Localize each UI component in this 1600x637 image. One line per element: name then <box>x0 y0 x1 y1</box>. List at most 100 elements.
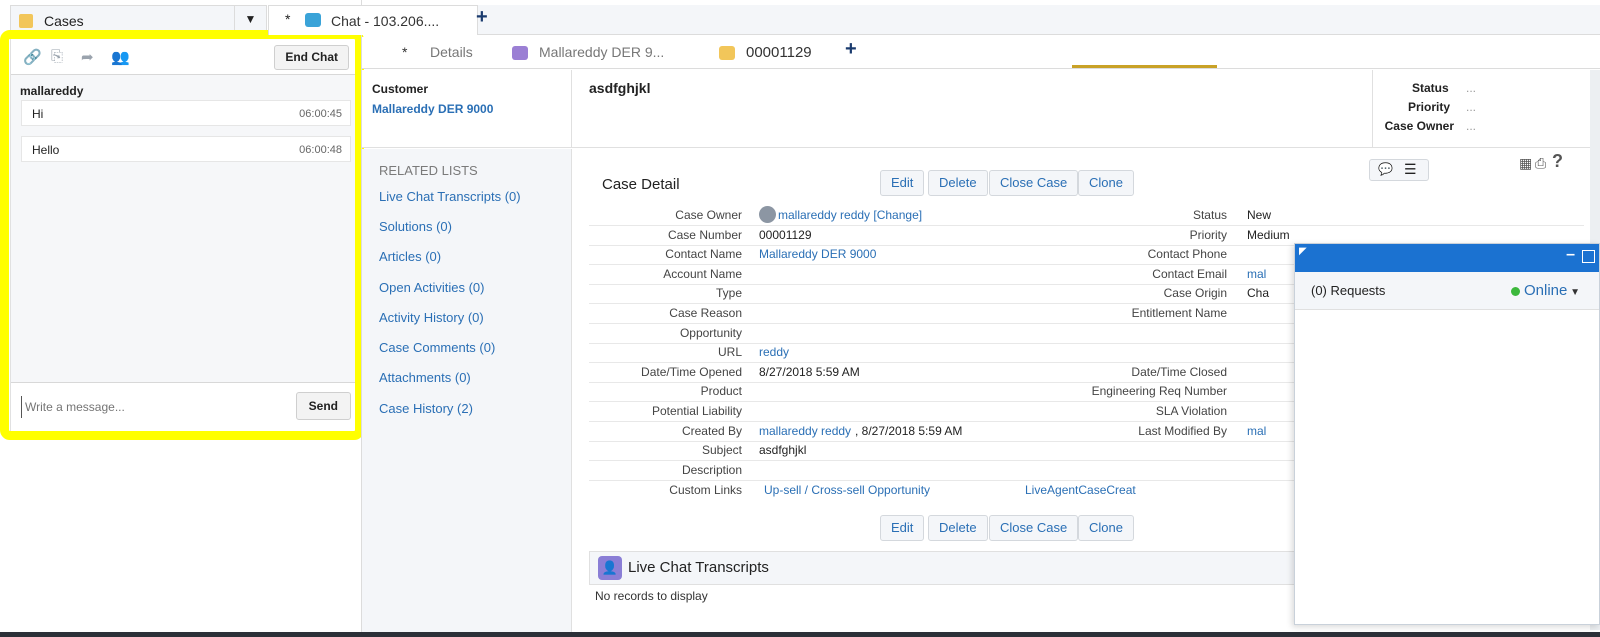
field-value[interactable]: Mallareddy DER 9000 <box>759 247 876 261</box>
message-text: Hello <box>32 143 60 157</box>
custom-link[interactable]: LiveAgentCaseCreat <box>1025 483 1136 497</box>
field-label: Subject <box>701 443 742 458</box>
field-label: Created By <box>681 423 742 438</box>
field-value[interactable]: mallareddy reddy <box>759 424 851 438</box>
visitor-name: mallareddy <box>20 84 84 98</box>
transfer-icon[interactable]: ⎘ <box>51 48 63 65</box>
case-detail-title: Case Detail <box>602 176 680 193</box>
status-label: Status <box>1412 81 1449 95</box>
clone-button[interactable]: Clone <box>1078 515 1134 541</box>
related-link[interactable]: Articles (0) <box>379 249 441 264</box>
related-link[interactable]: Case Comments (0) <box>379 340 495 355</box>
field-label: Entitlement Name <box>1131 306 1227 320</box>
customer-block: Customer Mallareddy DER 9000 <box>362 70 572 148</box>
field-value-extra: , 8/27/2018 5:59 AM <box>855 423 963 438</box>
attach-icon[interactable]: 🔗 <box>23 48 42 66</box>
field-value[interactable]: reddy <box>759 345 789 359</box>
customer-link[interactable]: Mallareddy DER 9000 <box>372 102 493 116</box>
field-label: Product <box>700 384 742 399</box>
edit-button[interactable]: Edit <box>880 515 925 541</box>
subtab-bar: * Details Mallareddy DER 9... 00001129 + <box>362 37 1600 69</box>
field-label: Description <box>681 462 742 477</box>
app-navigator[interactable]: Cases ▼ <box>10 5 267 35</box>
field-label: Case Number <box>667 227 742 242</box>
no-records-text: No records to display <box>595 589 708 603</box>
field-label: Date/Time Opened <box>641 364 742 379</box>
chat-message: Hello 06:00:48 <box>21 136 351 162</box>
delete-button[interactable]: Delete <box>928 170 988 196</box>
field-value: asdfghjkl <box>759 443 807 458</box>
field-label: Priority <box>1189 227 1227 242</box>
custom-link[interactable]: Up-sell / Cross-sell Opportunity <box>764 483 930 497</box>
message-input[interactable] <box>21 396 283 418</box>
related-link[interactable]: Open Activities (0) <box>379 280 485 295</box>
omni-title-bar[interactable]: ◤ – <box>1295 244 1599 272</box>
custom-links-label: Custom Links <box>669 483 742 498</box>
message-time: 06:00:48 <box>299 144 342 156</box>
clone-button[interactable]: Clone <box>1078 170 1134 196</box>
related-link[interactable]: Live Chat Transcripts (0) <box>379 189 521 204</box>
chat-toolbar: 🔗 ⎘ ➦ 👥 End Chat <box>11 39 361 75</box>
related-link[interactable]: Activity History (0) <box>379 310 484 325</box>
field-label: SLA Violation <box>1155 404 1227 418</box>
edit-button[interactable]: Edit <box>880 170 925 196</box>
field-label: Case Reason <box>669 306 742 320</box>
forward-icon[interactable]: ➦ <box>81 48 94 66</box>
field-label: Last Modified By <box>1138 423 1227 438</box>
resize-corner-icon[interactable]: ◤ <box>1299 246 1307 257</box>
subtab-contact[interactable]: Mallareddy DER 9... <box>539 44 664 60</box>
owner-value: ... <box>1466 119 1477 133</box>
related-link[interactable]: Attachments (0) <box>379 370 471 385</box>
case-subject: asdfghjkl <box>589 80 651 96</box>
tab-label: Chat - 103.206.... <box>331 13 440 29</box>
delete-button[interactable]: Delete <box>928 515 988 541</box>
chat-input-area: Send <box>11 382 361 432</box>
presence-status-dropdown[interactable]: Online ▼ <box>1524 282 1580 299</box>
live-chat-transcripts-title: Live Chat Transcripts <box>628 559 769 576</box>
add-tab-icon[interactable]: + <box>476 6 488 29</box>
requests-label: (0) Requests <box>1311 283 1386 298</box>
field-label: URL <box>717 345 742 360</box>
list-icon[interactable]: ☰ <box>1404 161 1417 178</box>
print-icon[interactable]: ⎙ <box>1535 155 1546 172</box>
unsaved-marker: * <box>285 11 291 27</box>
chevron-down-icon[interactable]: ▼ <box>234 6 266 34</box>
layout-icon[interactable]: ▦ <box>1519 155 1532 172</box>
end-chat-button[interactable]: End Chat <box>274 45 349 70</box>
tab-chat[interactable]: * Chat - 103.206.... <box>268 5 478 35</box>
priority-value: ... <box>1466 100 1477 114</box>
minimize-icon[interactable]: – <box>1566 246 1575 264</box>
field-value: 8/27/2018 5:59 AM <box>759 364 860 379</box>
help-icon[interactable]: ? <box>1552 151 1563 172</box>
active-tab-indicator <box>1072 65 1217 68</box>
chat-panel: 🔗 ⎘ ➦ 👥 End Chat mallareddy Hi 06:00:45 … <box>10 38 362 433</box>
chat-bubble-icon[interactable]: 💬 <box>1378 162 1393 176</box>
related-link[interactable]: Case History (2) <box>379 401 473 416</box>
field-value[interactable]: mal <box>1247 267 1266 281</box>
feed-toggle[interactable]: 💬 ☰ <box>1369 159 1429 181</box>
message-text: Hi <box>32 107 44 121</box>
field-label: Opportunity <box>679 325 742 340</box>
send-button[interactable]: Send <box>295 392 351 420</box>
subtab-details[interactable]: Details <box>430 44 473 60</box>
cases-icon <box>19 14 33 28</box>
primary-tab-bar: * Chat - 103.206.... + <box>268 5 1600 35</box>
taskbar-strip <box>0 632 1600 637</box>
popout-icon[interactable] <box>1582 250 1595 263</box>
field-label: Contact Email <box>1152 266 1227 281</box>
subtab-case[interactable]: 00001129 <box>746 44 812 61</box>
related-link[interactable]: Solutions (0) <box>379 219 452 234</box>
chat-message: Hi 06:00:45 <box>21 100 351 126</box>
app-label: Cases <box>44 13 84 29</box>
online-status-dot <box>1511 287 1520 296</box>
field-value[interactable]: mal <box>1247 424 1266 438</box>
field-value[interactable]: mallareddy reddy [Change] <box>778 208 922 222</box>
field-label: Potential Liability <box>651 404 742 418</box>
chat-icon <box>305 13 321 27</box>
agent-icon[interactable]: 👥 <box>111 48 130 66</box>
field-value: Medium <box>1247 227 1290 242</box>
close-case-button[interactable]: Close Case <box>989 170 1079 196</box>
header-divider <box>1372 70 1373 148</box>
add-subtab-icon[interactable]: + <box>845 38 857 61</box>
close-case-button[interactable]: Close Case <box>989 515 1079 541</box>
